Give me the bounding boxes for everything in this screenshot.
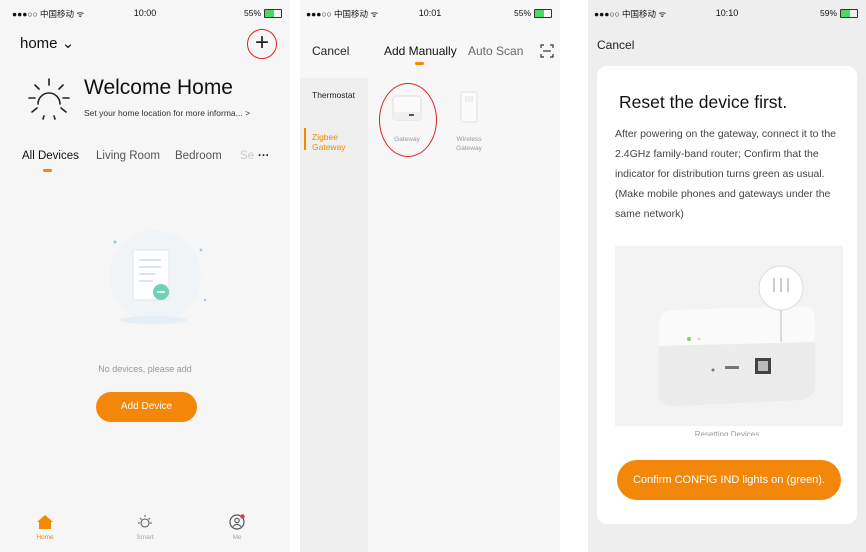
plus-icon: + [254, 29, 269, 56]
device-wireless-gateway-label: Wireless Gateway [456, 136, 482, 152]
resetting-caption: Resetting Devices [694, 430, 760, 436]
tab-indicator [415, 62, 424, 65]
battery-icon [840, 8, 858, 18]
battery-icon [264, 8, 282, 18]
battery-percent: 55% [513, 8, 531, 18]
welcome-title: Welcome Home [84, 76, 233, 99]
tab-bedroom[interactable]: Bedroom [175, 150, 222, 162]
tab-partial[interactable]: Se [240, 150, 254, 162]
tab-me[interactable]: Me [212, 510, 262, 541]
cancel-button[interactable]: Cancel [597, 38, 634, 52]
tab-home-label: Home [36, 534, 54, 541]
annotation-circle [379, 83, 437, 157]
status-bar: ●●●○○ 中国移动 ᯤ 10:01 55% [300, 8, 560, 22]
battery-indicator: 55% [244, 8, 282, 18]
empty-state-text: No devices, please add [98, 364, 192, 374]
cancel-button[interactable]: Cancel [312, 44, 349, 58]
category-sidebar: Thermostat Zigbee Gateway [300, 78, 368, 552]
tab-home[interactable]: Home [20, 510, 70, 541]
add-device-plus-button[interactable]: + [247, 29, 277, 59]
more-tabs-icon[interactable]: ··· [258, 150, 270, 162]
tab-smart[interactable]: Smart [120, 510, 170, 541]
battery-icon [534, 8, 552, 18]
home-location-link[interactable]: Set your home location for more informa.… [84, 108, 250, 118]
instruction-card: Reset the device first. After powering o… [597, 66, 857, 524]
sun-icon [28, 78, 70, 120]
home-icon [37, 515, 53, 529]
status-bar: ●●●○○ 中国移动 ᯤ 10:00 55% [0, 8, 290, 22]
tab-auto-scan[interactable]: Auto Scan [468, 44, 523, 58]
reset-description: After powering on the gateway, connect i… [615, 128, 837, 220]
home-screen: ●●●○○ 中国移动 ᯤ 10:00 55% home ⌄ + Welcome … [0, 0, 290, 552]
home-selector[interactable]: home ⌄ [20, 34, 74, 52]
category-selected-bar [304, 128, 306, 150]
gateway-reset-illustration [615, 246, 843, 426]
tab-all-devices[interactable]: All Devices [22, 150, 79, 162]
category-zigbee-gateway[interactable]: Zigbee Gateway [312, 132, 346, 152]
battery-percent: 55% [243, 8, 261, 18]
profile-icon [229, 514, 245, 530]
reset-instructions-screen: ●●●○○ 中国移动 ᯤ 10:10 59% Cancel Reset the … [588, 0, 866, 552]
battery-percent: 59% [819, 8, 837, 18]
battery-indicator: 55% [514, 8, 552, 18]
tab-living-room[interactable]: Living Room [96, 150, 160, 162]
smart-sun-icon [138, 515, 152, 528]
wireless-gateway-icon [460, 91, 478, 123]
bottom-tab-bar: Home Smart Me [0, 510, 290, 552]
tab-add-manually[interactable]: Add Manually [384, 44, 457, 58]
status-bar: ●●●○○ 中国移动 ᯤ 10:10 59% [588, 8, 866, 22]
battery-indicator: 59% [820, 8, 858, 18]
category-thermostat[interactable]: Thermostat [312, 90, 355, 100]
tab-indicator [43, 169, 52, 172]
add-device-screen: ●●●○○ 中国移动 ᯤ 10:01 55% Cancel Add Manual… [300, 0, 560, 552]
add-device-button[interactable]: Add Device [96, 392, 197, 422]
tab-me-label: Me [232, 534, 242, 541]
device-wireless-gateway[interactable]: Wireless Gateway [444, 90, 494, 153]
tab-smart-label: Smart [136, 534, 154, 541]
reset-title: Reset the device first. [619, 92, 788, 112]
confirm-indicator-button[interactable]: Confirm CONFIG IND lights on (green). [617, 460, 841, 500]
empty-state-illustration [109, 230, 207, 324]
scan-icon[interactable] [540, 44, 554, 58]
